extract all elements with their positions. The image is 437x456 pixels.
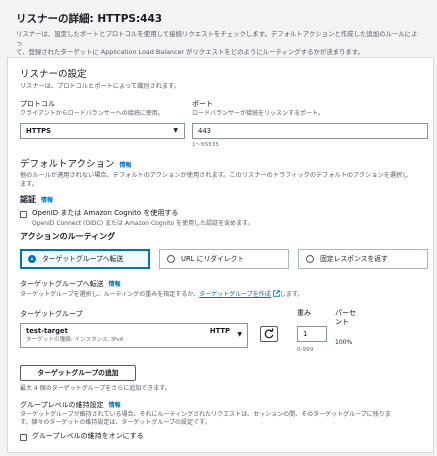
- radio-selected-icon: [28, 255, 36, 263]
- target-group-name: test-target: [26, 327, 68, 335]
- routing-title: アクションのルーティング: [20, 232, 116, 241]
- port-desc: ロードバランサーが接続をリッスンするポート。: [192, 110, 324, 117]
- port-hint: 1〜65535: [192, 142, 219, 148]
- stickiness-title: グループレベルの維持設定 情報: [20, 401, 121, 410]
- port-label: ポート: [192, 100, 213, 108]
- default-actions-title: デフォルトアクション 情報: [20, 159, 132, 171]
- target-group-type: ターゲットの種類: インスタンス, IPv4: [26, 337, 124, 343]
- protocol-value: HTTPS: [26, 127, 51, 135]
- weight-label: 重み: [297, 309, 311, 317]
- percent-value: 100%: [335, 339, 353, 346]
- page-title: リスナーの詳細: HTTPS:443: [16, 13, 163, 25]
- group-stickiness-label: グループレベルの維持をオンにする: [32, 432, 144, 440]
- forward-title: ターゲットグループへ転送 情報: [20, 280, 121, 289]
- external-link-icon: [273, 290, 280, 297]
- create-target-group-link[interactable]: ターゲットグループを作成: [199, 291, 271, 298]
- default-actions-desc: 他のルールが適用されない場合、デフォルトのアクションが使用されます。このリスナー…: [20, 172, 430, 190]
- percent-label-line-2: ント: [335, 317, 349, 326]
- routing-option-fixed-response[interactable]: 固定レスポンスを返す: [298, 249, 428, 269]
- page-header: リスナーの詳細: HTTPS:443 リスナーは、設定したポートとプロトコルを使…: [16, 13, 421, 57]
- routing-option-fixed-response-label: 固定レスポンスを返す: [320, 255, 388, 263]
- listener-settings-desc: リスナーは、プロトコルとポートによって識別されます。: [20, 83, 180, 90]
- page-description-line-1: リスナーは、設定したポートとプロトコルを使用して接続リクエストをチェックします。…: [16, 29, 418, 47]
- default-actions-desc-line-2: ます。: [20, 180, 38, 188]
- port-input[interactable]: 443: [192, 123, 428, 139]
- chevron-down-icon: ▼: [237, 331, 242, 338]
- oidc-cognito-desc: OpenID Connect (OIDC) または Amazon Cognito…: [32, 220, 254, 227]
- chevron-down-icon: ▼: [173, 127, 178, 134]
- protocol-desc: クライアントからロードバランサーへの接続に使用。: [20, 110, 164, 117]
- target-group-label: ターゲットグループ: [20, 310, 83, 318]
- routing-option-forward-label: ターゲットグループへ転送: [42, 255, 124, 263]
- stickiness-info-link[interactable]: 情報: [109, 402, 121, 409]
- auth-title-text: 認証: [20, 195, 36, 204]
- auth-info-link[interactable]: 情報: [41, 197, 53, 204]
- protocol-select[interactable]: HTTPS ▼: [20, 123, 185, 139]
- refresh-icon: [264, 328, 274, 339]
- forward-title-text: ターゲットグループへ転送: [20, 280, 104, 288]
- oidc-cognito-checkbox[interactable]: [20, 211, 27, 218]
- protocol-label: プロトコル: [20, 100, 55, 108]
- forward-desc-suffix: します。: [279, 291, 304, 298]
- routing-option-forward[interactable]: ターゲットグループへ転送: [20, 249, 150, 269]
- listener-settings-card: リスナーの設定 リスナーは、プロトコルとポートによって識別されます。 プロトコル…: [7, 57, 434, 453]
- listener-details-panel: リスナーの詳細: HTTPS:443 リスナーは、設定したポートとプロトコルを使…: [2, 2, 435, 454]
- listener-settings-title: リスナーの設定: [20, 69, 87, 80]
- forward-info-link[interactable]: 情報: [109, 281, 121, 288]
- weight-input[interactable]: 1: [297, 326, 327, 342]
- percent-label-line-1: パーセ: [335, 309, 356, 317]
- radio-unselected-icon: [167, 255, 175, 263]
- add-target-group-button[interactable]: ターゲットグループの追加: [20, 365, 136, 381]
- stickiness-desc-line-2: す。個々のターゲットの維持設定は、ターゲットグループの設定です。: [20, 419, 211, 427]
- weight-hint: 0-999: [297, 347, 314, 353]
- page-description: リスナーは、設定したポートとプロトコルを使用して接続リクエストをチェックします。…: [16, 30, 421, 58]
- oidc-cognito-label: OpenID または Amazon Cognito を使用する: [32, 209, 179, 217]
- target-group-select[interactable]: test-target ターゲットの種類: インスタンス, IPv4 HTTP …: [20, 323, 248, 348]
- stickiness-title-text: グループレベルの維持設定: [20, 401, 104, 409]
- percent-label: パーセ ント: [335, 309, 356, 327]
- group-stickiness-checkbox[interactable]: [20, 434, 27, 441]
- target-group-protocol: HTTP: [209, 327, 230, 335]
- default-actions-title-text: デフォルトアクション: [20, 159, 115, 170]
- auth-title: 認証 情報: [20, 195, 53, 205]
- routing-option-redirect-label: URL にリダイレクト: [181, 255, 245, 263]
- forward-desc: ターゲットグループを選択し、ルーティングの重みを指定するか、ターゲットグループを…: [20, 290, 303, 299]
- stickiness-desc: ターゲットグループが維持されている場合、それにルーティングされたリクエストは、セ…: [20, 411, 432, 428]
- add-target-group-hint: 最大 4 個のターゲットグループをさらに追加できます。: [20, 385, 171, 392]
- refresh-button[interactable]: [260, 326, 278, 342]
- routing-option-redirect[interactable]: URL にリダイレクト: [159, 249, 289, 269]
- default-actions-info-link[interactable]: 情報: [120, 162, 132, 169]
- forward-desc-prefix: ターゲットグループを選択し、ルーティングの重みを指定するか、: [20, 291, 200, 298]
- default-actions-desc-line-1: 他のルールが適用されない場合、デフォルトのアクションが使用されます。このリスナー…: [20, 172, 409, 179]
- radio-unselected-icon: [306, 255, 314, 263]
